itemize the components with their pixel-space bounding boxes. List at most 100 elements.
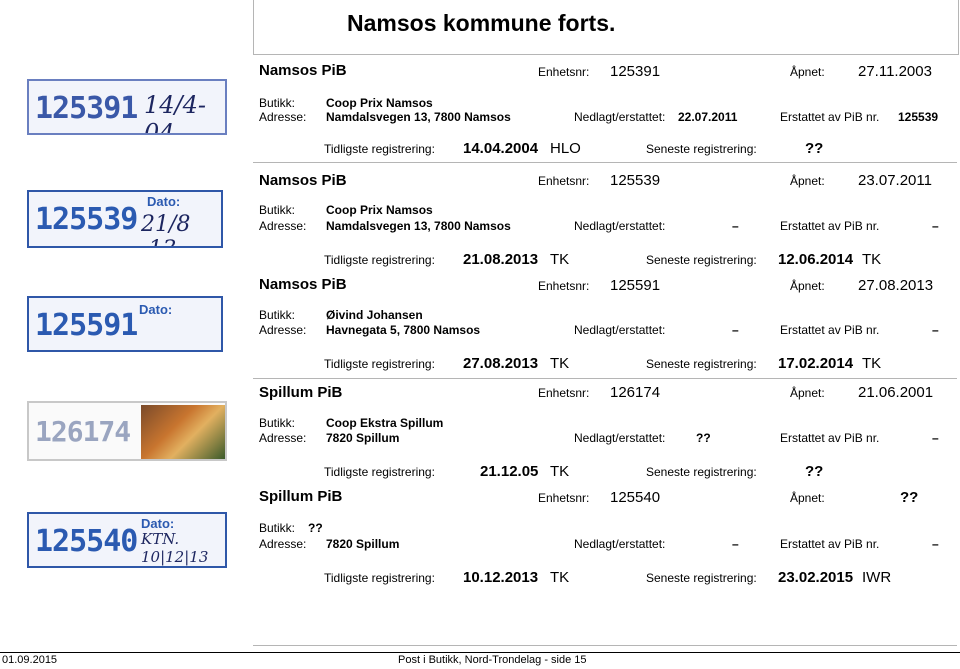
stamp-dato-label: Dato: <box>139 302 173 317</box>
apnet-label: Åpnet: <box>790 65 825 79</box>
postmark-stamp: 126174 <box>27 401 227 461</box>
apnet-label: Åpnet: <box>790 386 825 400</box>
entry-125391: 125391 14/4-04 Namsos PiB Enhetsnr: 1253… <box>0 55 960 163</box>
apnet-label: Åpnet: <box>790 491 825 505</box>
entry-125539: 125539 Dato: 21/8 -13 Namsos PiB Enhetsn… <box>0 163 960 273</box>
divider <box>253 645 957 646</box>
adresse-value: Namdalsvegen 13, 7800 Namsos <box>326 110 511 124</box>
seneste-date: 23.02.2015 <box>778 569 854 586</box>
erstattet-label: Erstattet av PiB nr. <box>780 219 880 233</box>
postmark-stamp: 125539 Dato: 21/8 -13 <box>27 190 223 248</box>
stamp-number: 125391 <box>35 91 138 126</box>
erstattet-value: – <box>932 537 939 551</box>
postmark-stamp: 125591 Dato: <box>27 296 223 352</box>
seneste-date: 12.06.2014 <box>778 251 854 268</box>
butikk-label: Butikk: <box>259 308 296 322</box>
tidligste-code: TK <box>550 355 570 372</box>
butikk-label: Butikk: <box>259 203 296 217</box>
adresse-value: 7820 Spillum <box>326 431 400 445</box>
seneste-label: Seneste registrering: <box>646 571 757 585</box>
stamp-handwriting: KTN. 10|12|13 <box>141 530 209 566</box>
nedlagt-label: Nedlagt/erstattet: <box>574 537 666 551</box>
erstattet-value: 125539 <box>898 110 939 124</box>
nedlagt-value: ?? <box>696 431 711 445</box>
stamp-handwriting: 14/4-04 <box>144 91 207 135</box>
nedlagt-label: Nedlagt/erstattet: <box>574 219 666 233</box>
butikk-value: Coop Prix Namsos <box>326 203 433 217</box>
erstattet-value: – <box>932 219 939 233</box>
enhetsnr-value: 125539 <box>610 172 661 189</box>
seneste-date: ?? <box>805 463 824 480</box>
nedlagt-label: Nedlagt/erstattet: <box>574 431 666 445</box>
butikk-value: Øivind Johansen <box>326 308 423 322</box>
apnet-value: 23.07.2011 <box>858 172 932 189</box>
tidligste-label: Tidligste registrering: <box>324 465 435 479</box>
nedlagt-value: – <box>732 323 739 337</box>
tidligste-date: 27.08.2013 <box>463 355 539 372</box>
apnet-label: Åpnet: <box>790 279 825 293</box>
seneste-label: Seneste registrering: <box>646 465 757 479</box>
adresse-label: Adresse: <box>259 323 307 337</box>
seneste-code: TK <box>862 355 882 372</box>
footer-rule <box>0 652 960 653</box>
nedlagt-label: Nedlagt/erstattet: <box>574 323 666 337</box>
stamp-number: 125591 <box>35 308 138 343</box>
seneste-label: Seneste registrering: <box>646 253 757 267</box>
stamp-number: 126174 <box>35 415 131 448</box>
butikk-label: Butikk: <box>259 521 296 535</box>
butikk-value: ?? <box>308 521 323 535</box>
adresse-label: Adresse: <box>259 219 307 233</box>
seneste-date: ?? <box>805 140 824 157</box>
tidligste-code: TK <box>550 463 570 480</box>
adresse-label: Adresse: <box>259 110 307 124</box>
tidligste-date: 10.12.2013 <box>463 569 539 586</box>
tidligste-date: 14.04.2004 <box>463 140 539 157</box>
enhetsnr-label: Enhetsnr: <box>538 65 590 79</box>
adresse-value: Namdalsvegen 13, 7800 Namsos <box>326 219 511 233</box>
butikk-label: Butikk: <box>259 416 296 430</box>
nedlagt-value: – <box>732 219 739 233</box>
entry-name: Spillum PiB <box>259 384 343 401</box>
tidligste-label: Tidligste registrering: <box>324 142 435 156</box>
enhetsnr-label: Enhetsnr: <box>538 174 590 188</box>
stamp-number: 125540 <box>35 524 138 559</box>
postmark-stamp: 125540 Dato: KTN. 10|12|13 <box>27 512 227 568</box>
postmark-stamp: 125391 14/4-04 <box>27 79 227 135</box>
tidligste-code: HLO <box>550 140 581 157</box>
tidligste-date: 21.12.05 <box>480 463 539 480</box>
stamp-photo <box>141 405 225 459</box>
erstattet-value: – <box>932 323 939 337</box>
butikk-value: Coop Ekstra Spillum <box>326 416 444 430</box>
entry-126174: 126174 Spillum PiB Enhetsnr: 126174 Åpne… <box>0 379 960 484</box>
enhetsnr-value: 125391 <box>610 63 661 80</box>
tidligste-code: TK <box>550 569 570 586</box>
tidligste-code: TK <box>550 251 570 268</box>
erstattet-label: Erstattet av PiB nr. <box>780 537 880 551</box>
page-title: Namsos kommune forts. <box>347 10 616 36</box>
tidligste-label: Tidligste registrering: <box>324 357 435 371</box>
tidligste-label: Tidligste registrering: <box>324 253 435 267</box>
apnet-value: ?? <box>900 489 919 506</box>
stamp-dato-label: Dato: <box>141 516 175 531</box>
apnet-value: 27.11.2003 <box>858 63 932 80</box>
seneste-label: Seneste registrering: <box>646 357 757 371</box>
adresse-label: Adresse: <box>259 431 307 445</box>
enhetsnr-value: 125540 <box>610 489 661 506</box>
enhetsnr-label: Enhetsnr: <box>538 279 590 293</box>
adresse-value: 7820 Spillum <box>326 537 400 551</box>
entry-name: Namsos PiB <box>259 62 347 79</box>
stamp-number: 125539 <box>35 202 138 237</box>
seneste-code: IWR <box>862 569 892 586</box>
adresse-value: Havnegata 5, 7800 Namsos <box>326 323 481 337</box>
stamp-handwriting: 21/8 -13 <box>141 212 191 246</box>
butikk-value: Coop Prix Namsos <box>326 96 433 110</box>
entry-125540: 125540 Dato: KTN. 10|12|13 Spillum PiB E… <box>0 484 960 594</box>
apnet-label: Åpnet: <box>790 174 825 188</box>
enhetsnr-value: 126174 <box>610 384 661 401</box>
erstattet-label: Erstattet av PiB nr. <box>780 431 880 445</box>
erstattet-label: Erstattet av PiB nr. <box>780 323 880 337</box>
footer-date: 01.09.2015 <box>2 654 58 666</box>
nedlagt-value: 22.07.2011 <box>678 110 738 124</box>
enhetsnr-value: 125591 <box>610 277 661 294</box>
entry-name: Spillum PiB <box>259 488 343 505</box>
